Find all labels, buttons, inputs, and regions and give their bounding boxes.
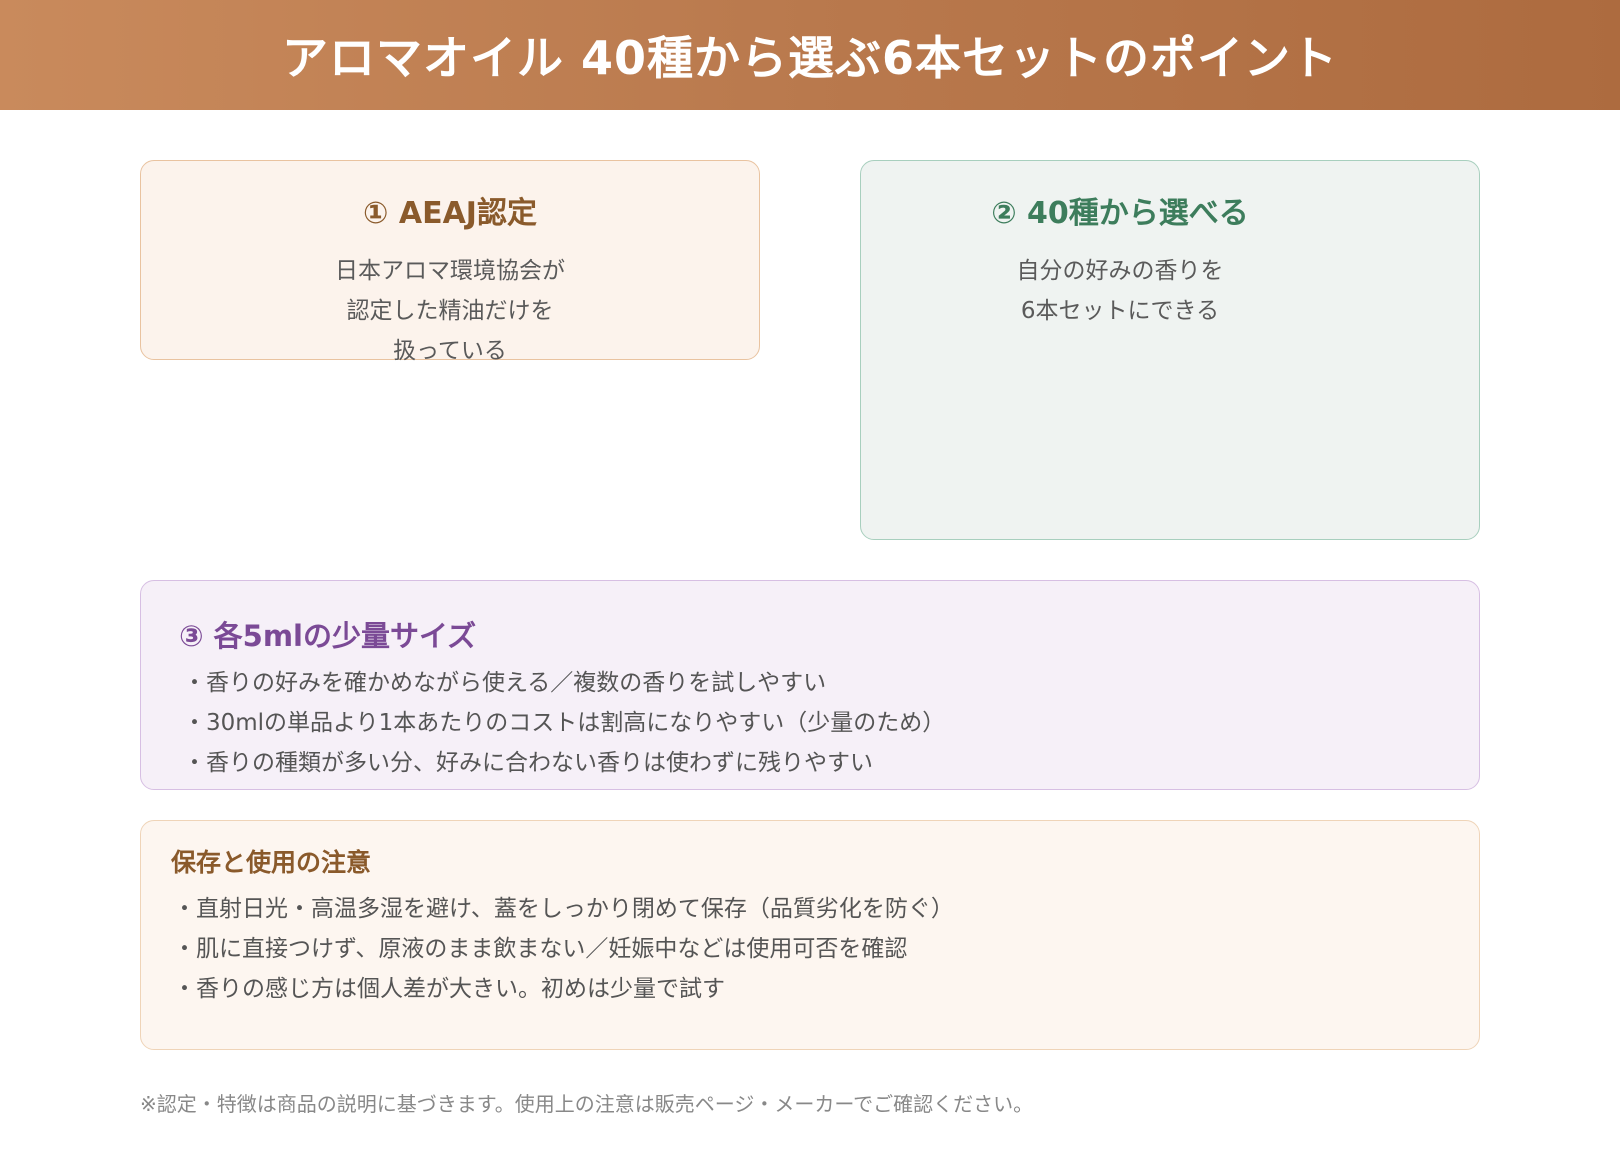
page-title: アロマオイル 40種から選ぶ6本セットのポイント (281, 31, 1339, 85)
list-item: ・肌に直接つけず、原液のまま飲まない／妊娠中などは使用可否を確認 (173, 936, 908, 962)
list-item: ・香りの好みを確かめながら使える／複数の香りを試しやすい (183, 670, 827, 696)
point-card-title: ② 40種から選べる (991, 196, 1249, 231)
point-card-line: 日本アロマ環境協会が (335, 258, 565, 284)
list-item: ・直射日光・高温多湿を避け、蓋をしっかり閉めて保存（品質劣化を防ぐ） (173, 896, 954, 922)
point-card-line: 扱っている (393, 338, 507, 364)
point-card-selection: ② 40種から選べる 自分の好みの香りを 6本セットにできる (860, 160, 1480, 540)
list-item: ・香りの種類が多い分、好みに合わない香りは使わずに残りやすい (183, 750, 873, 776)
footnote: ※認定・特徴は商品の説明に基づきます。使用上の注意は販売ページ・メーカーでご確認… (140, 1092, 1034, 1116)
list-item: ・30mlの単品より1本あたりのコストは割高になりやすい（少量のため） (183, 710, 946, 736)
point-card-line: 6本セットにできる (1020, 298, 1220, 324)
caution-card: 保存と使用の注意 ・直射日光・高温多湿を避け、蓋をしっかり閉めて保存（品質劣化を… (140, 820, 1480, 1050)
point-card-line: 自分の好みの香りを (1016, 258, 1224, 284)
point-card-body: 自分の好みの香りを 6本セットにできる (761, 251, 1479, 331)
list-item: ・香りの感じ方は個人差が大きい。初めは少量で試す (173, 976, 725, 1002)
point-card-title: ① AEAJ認定 (363, 196, 537, 231)
point-card-line: 認定した精油だけを (346, 298, 554, 324)
point-card-size: ③ 各5mlの少量サイズ ・香りの好みを確かめながら使える／複数の香りを試しやす… (140, 580, 1480, 790)
caution-title: 保存と使用の注意 (171, 848, 372, 877)
point-card-title: ③ 各5mlの少量サイズ (179, 619, 477, 653)
point-card-list: ・香りの好みを確かめながら使える／複数の香りを試しやすい ・30mlの単品より1… (183, 663, 945, 783)
point-card-aeaj: ① AEAJ認定 日本アロマ環境協会が 認定した精油だけを 扱っている (140, 160, 760, 364)
caution-list: ・直射日光・高温多湿を避け、蓋をしっかり閉めて保存（品質劣化を防ぐ） ・肌に直接… (173, 889, 954, 1009)
point-card-body: 日本アロマ環境協会が 認定した精油だけを 扱っている (141, 251, 759, 371)
header-banner: アロマオイル 40種から選ぶ6本セットのポイント (0, 0, 1620, 110)
